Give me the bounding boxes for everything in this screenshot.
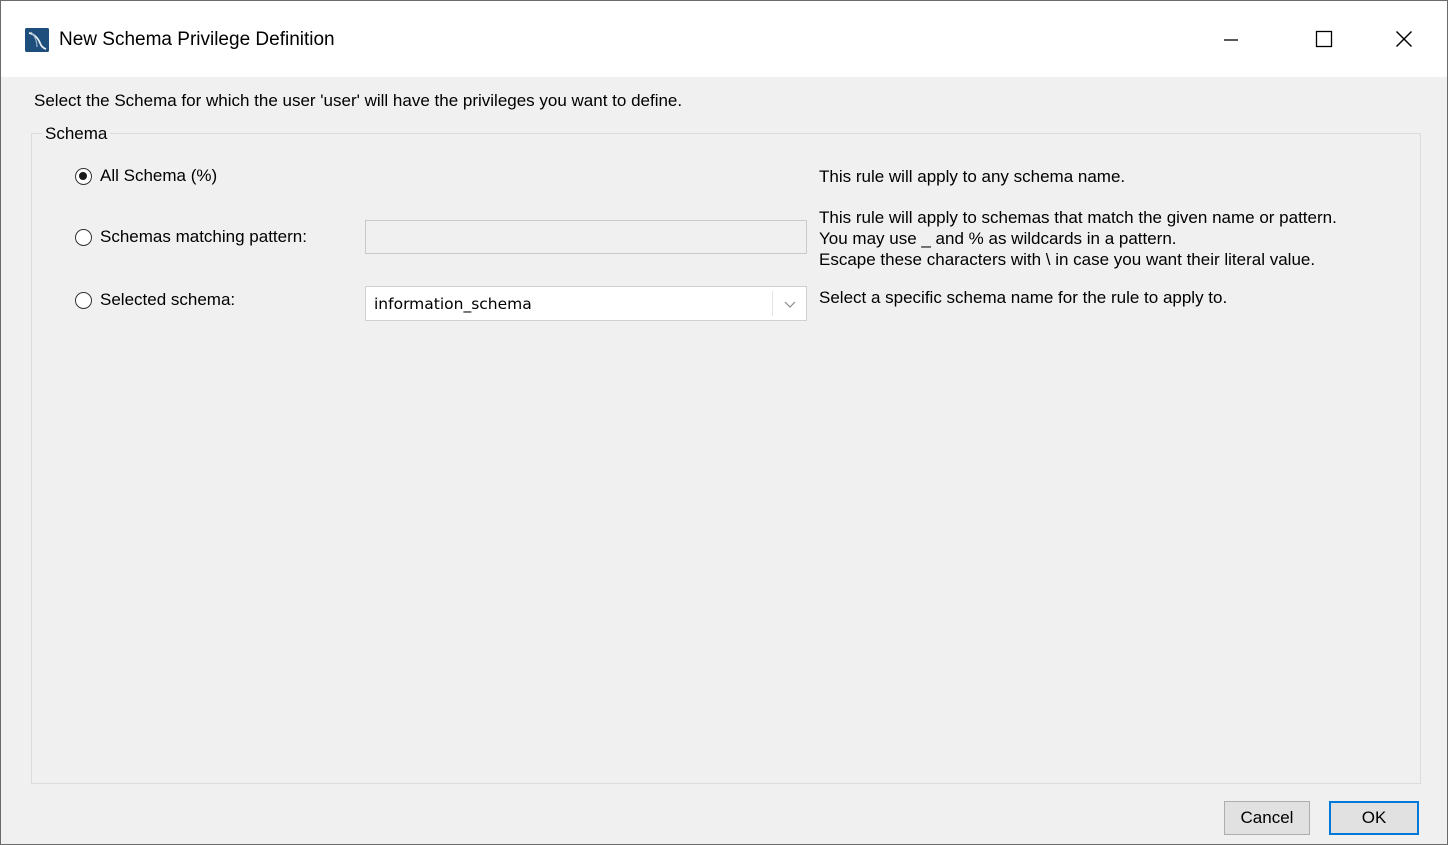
cancel-button[interactable]: Cancel [1224,801,1310,835]
schema-select-value: information_schema [374,295,532,313]
radio-matching-pattern[interactable]: Schemas matching pattern: [75,226,307,248]
close-icon [1396,31,1412,47]
ok-button[interactable]: OK [1329,801,1419,835]
radio-selected-schema[interactable]: Selected schema: [75,289,235,311]
dialog-content: Select the Schema for which the user 'us… [1,77,1447,844]
schema-group-legend: Schema [42,124,111,144]
matching-pattern-description-line-1: This rule will apply to schemas that mat… [819,208,1337,227]
radio-button-unchecked[interactable] [75,291,92,309]
radio-button-unchecked[interactable] [75,228,92,246]
radio-all-schema-label: All Schema (%) [100,166,218,185]
instruction-text: Select the Schema for which the user 'us… [34,91,683,110]
matching-pattern-description-line-3: Escape these characters with \ in case y… [819,250,1316,269]
radio-button-checked[interactable] [75,167,92,185]
pattern-input[interactable] [365,220,807,254]
schema-select-dropdown[interactable]: information_schema [365,286,807,321]
radio-all-schema[interactable]: All Schema (%) [75,165,217,187]
close-button[interactable] [1381,15,1427,63]
chevron-down-icon[interactable] [782,297,798,311]
all-schema-description-line: This rule will apply to any schema name. [819,167,1126,186]
matching-pattern-description: This rule will apply to schemas that mat… [819,207,1337,270]
all-schema-description: This rule will apply to any schema name. [819,166,1125,187]
matching-pattern-description-line-2: You may use _ and % as wildcards in a pa… [819,229,1177,248]
selected-schema-description: Select a specific schema name for the ru… [819,287,1227,308]
mysql-workbench-icon [25,28,49,52]
dialog-window: New Schema Privilege Definition Select t… [0,0,1448,845]
minimize-icon [1224,39,1238,41]
window-title: New Schema Privilege Definition [59,29,335,50]
maximize-button[interactable] [1301,15,1347,63]
dropdown-separator [772,291,773,316]
radio-selected-schema-label: Selected schema: [100,290,236,309]
maximize-icon [1315,30,1333,48]
selected-schema-description-line: Select a specific schema name for the ru… [819,288,1228,307]
title-bar[interactable]: New Schema Privilege Definition [1,1,1447,77]
radio-matching-pattern-label: Schemas matching pattern: [100,227,307,246]
minimize-button[interactable] [1208,15,1254,63]
